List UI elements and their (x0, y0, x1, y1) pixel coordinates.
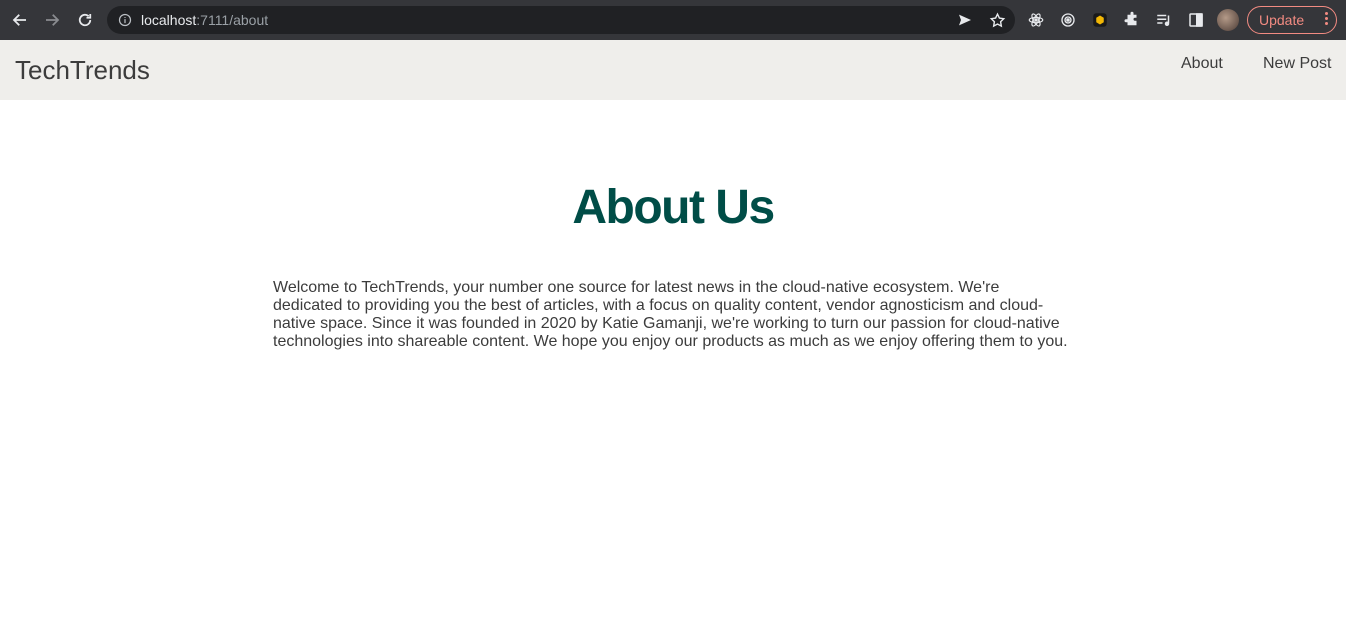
more-vertical-icon[interactable] (1325, 12, 1328, 25)
profile-avatar[interactable] (1216, 8, 1240, 32)
reload-button[interactable] (69, 4, 101, 36)
side-panel-icon[interactable] (1184, 8, 1208, 32)
browser-toolbar: localhost:7111/about Update (0, 0, 1346, 40)
star-icon[interactable] (987, 10, 1007, 30)
main-content: About Us Welcome to TechTrends, your num… (273, 180, 1073, 351)
url-host: localhost (141, 12, 197, 28)
address-bar[interactable]: localhost:7111/about (107, 6, 1015, 34)
forward-button[interactable] (36, 4, 68, 36)
url-path: :7111/about (196, 12, 269, 28)
arrow-left-icon (12, 14, 26, 26)
brand-logo-link[interactable]: TechTrends (15, 55, 150, 86)
update-button[interactable]: Update (1247, 6, 1337, 34)
url-text: localhost:7111/about (141, 12, 268, 28)
avatar (1217, 9, 1239, 31)
nav-new-post-link[interactable]: New Post (1263, 55, 1331, 73)
update-label: Update (1259, 12, 1305, 28)
back-button[interactable] (4, 4, 36, 36)
react-devtools-icon[interactable] (1024, 8, 1048, 32)
page-title: About Us (572, 181, 775, 234)
arrow-right-icon (46, 14, 60, 26)
reload-icon (78, 13, 92, 27)
cube-extension-icon[interactable] (1088, 8, 1112, 32)
info-icon[interactable] (117, 12, 133, 28)
puzzle-extensions-icon[interactable] (1120, 8, 1144, 32)
site-navbar: TechTrends About New Post (0, 40, 1346, 100)
nav-about-link[interactable]: About (1181, 55, 1223, 73)
send-icon[interactable] (955, 10, 975, 30)
about-paragraph: Welcome to TechTrends, your number one s… (273, 279, 1068, 350)
media-queue-icon[interactable] (1152, 8, 1176, 32)
target-extension-icon[interactable] (1056, 8, 1080, 32)
